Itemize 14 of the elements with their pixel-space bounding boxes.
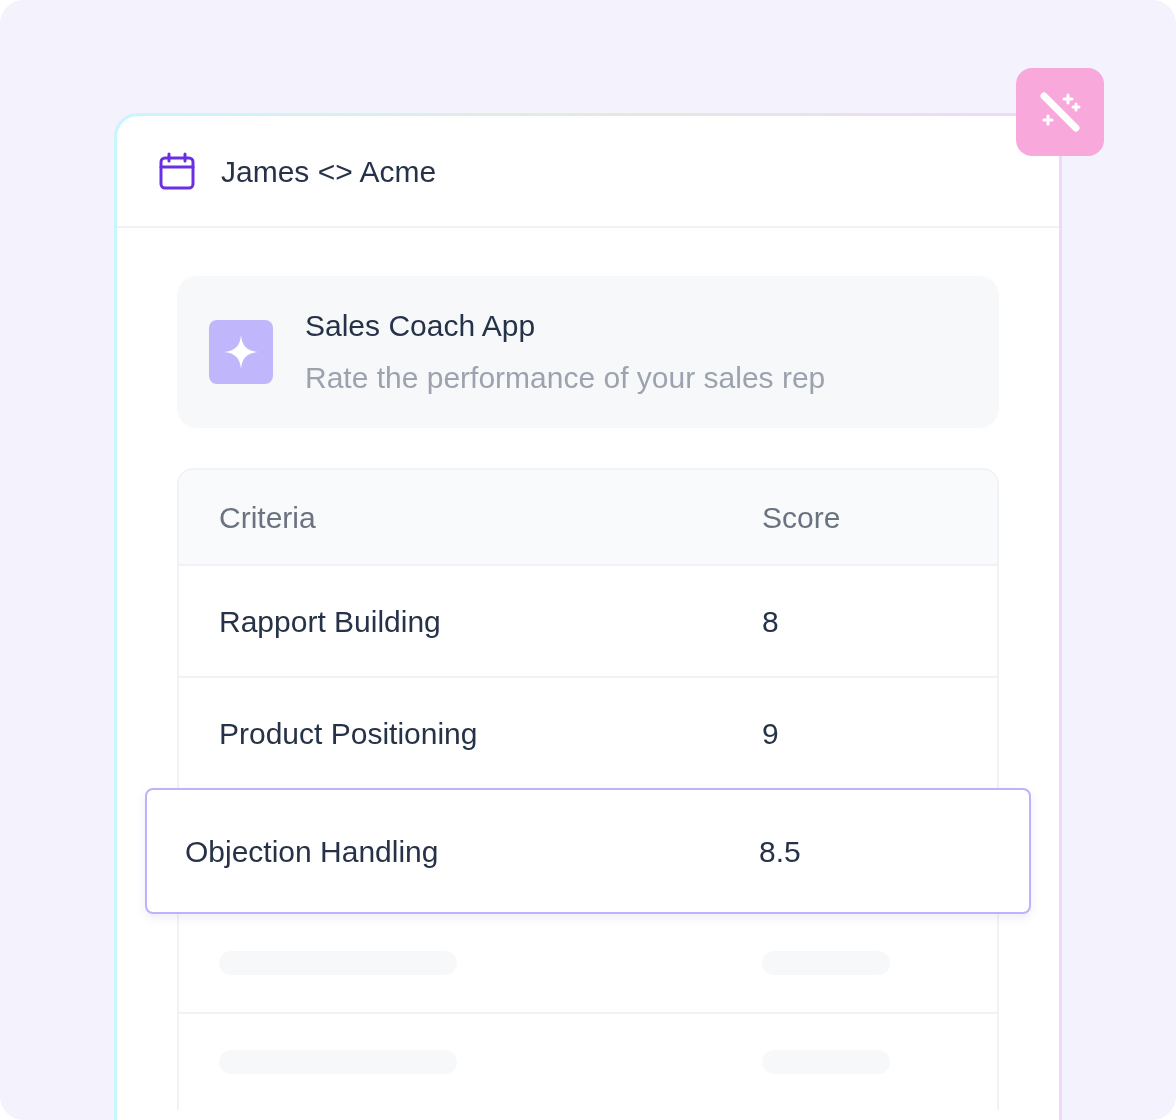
app-subtitle: Rate the performance of your sales rep <box>305 360 826 396</box>
column-header: Criteria <box>219 499 317 536</box>
calendar-icon <box>159 152 195 190</box>
app-title: Sales Coach App <box>305 308 537 344</box>
table-cell-text: Objection Handling <box>185 833 440 870</box>
sparkle-icon <box>209 320 273 384</box>
table-cell-text: 8 <box>762 603 779 640</box>
table-cell-text: 9 <box>762 715 779 752</box>
magic-wand-button[interactable] <box>1016 68 1104 156</box>
column-header: Score <box>762 499 841 536</box>
table-cell-text: Rapport Building <box>219 603 442 640</box>
table-cell-text: Product Positioning <box>219 715 479 752</box>
table-cell-text: 8.5 <box>759 833 801 870</box>
meeting-title: James <> Acme <box>221 153 437 190</box>
